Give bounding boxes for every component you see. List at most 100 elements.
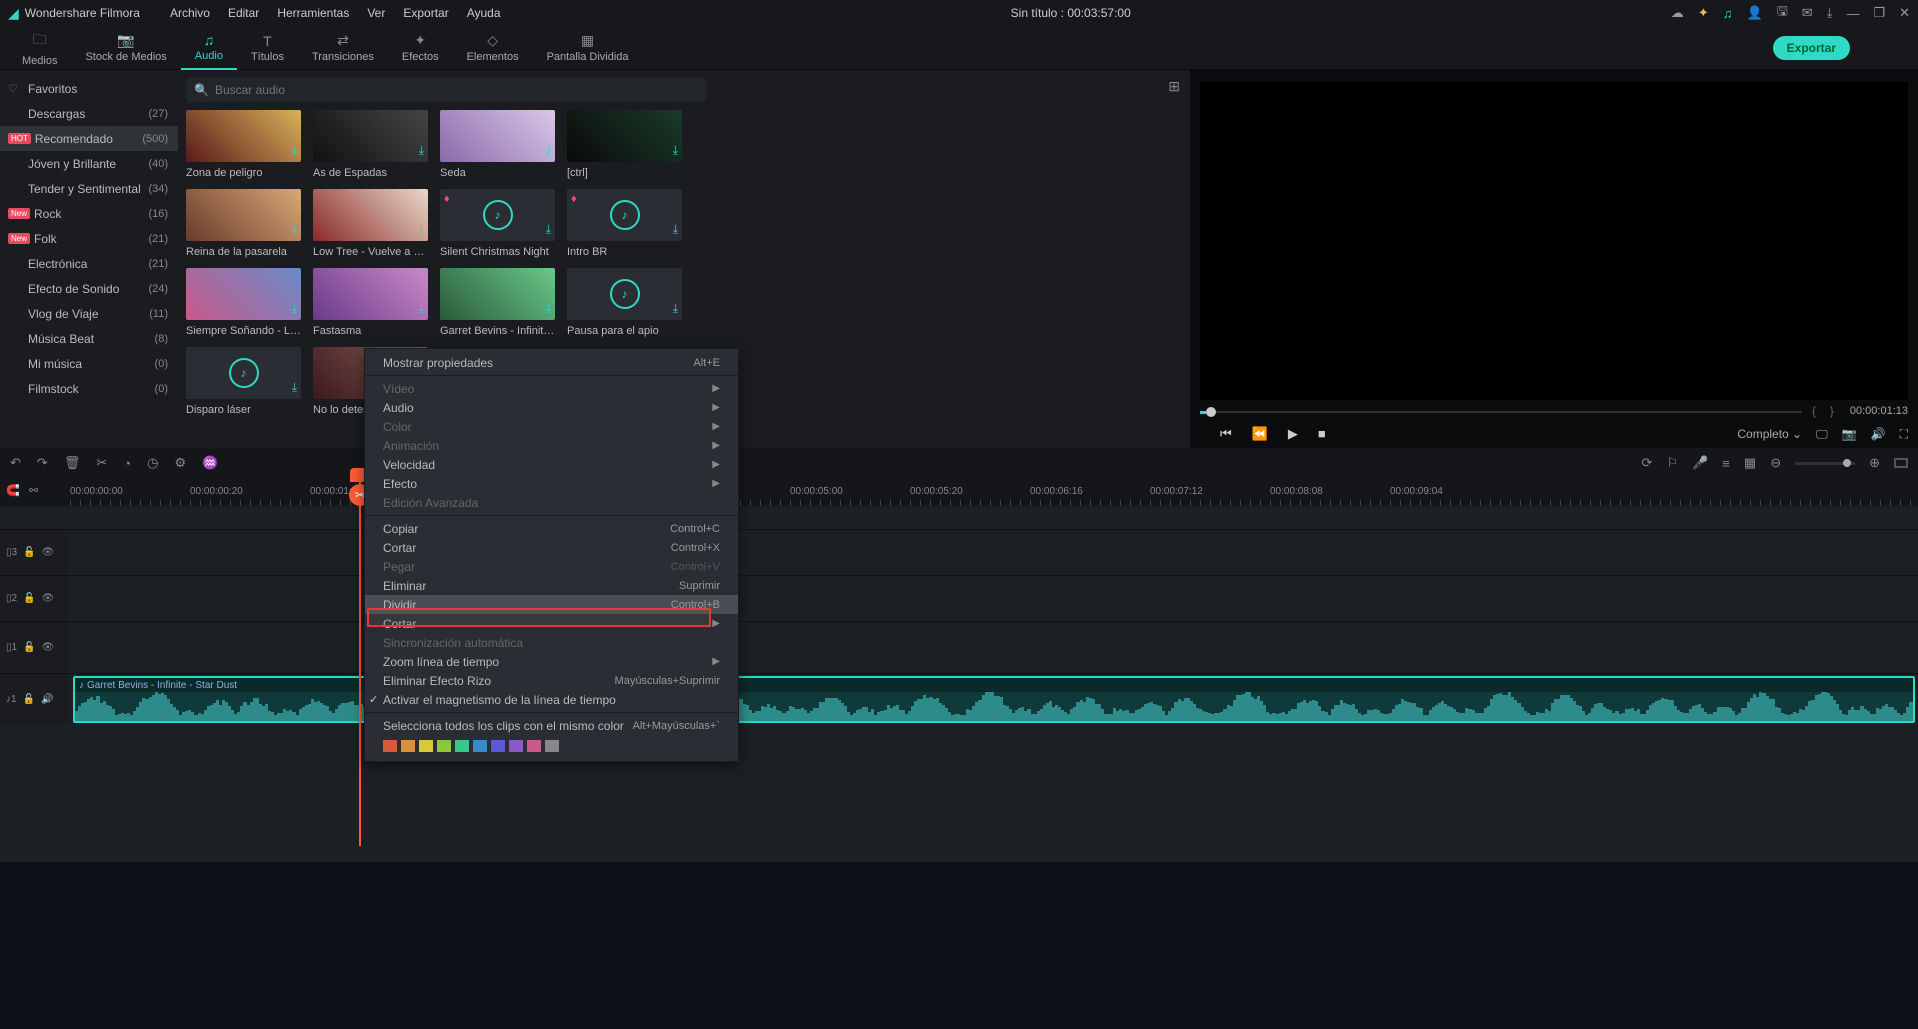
- media-thumbnail[interactable]: ⤓: [186, 268, 301, 320]
- media-thumbnail[interactable]: ♪⤓: [186, 347, 301, 399]
- playhead[interactable]: ✂: [359, 478, 361, 846]
- sidebar-item[interactable]: HOTRecomendado(500): [0, 126, 178, 151]
- context-menu-item[interactable]: DividirControl+B: [365, 595, 738, 614]
- sidebar-item[interactable]: Mi música(0): [0, 351, 178, 376]
- tab-efectos[interactable]: ✦Efectos: [388, 26, 453, 70]
- grid-view-toggle-icon[interactable]: ⊞: [1168, 78, 1180, 95]
- color-swatch[interactable]: [527, 740, 541, 752]
- search-bar[interactable]: 🔍: [186, 78, 706, 102]
- sidebar-item[interactable]: NewRock(16): [0, 201, 178, 226]
- tab-medios[interactable]: 🗀Medios: [8, 26, 71, 70]
- lock-icon[interactable]: 🔓: [23, 694, 35, 705]
- close-icon[interactable]: ✕: [1899, 5, 1910, 21]
- track-icon[interactable]: ▦: [1744, 455, 1756, 471]
- context-menu-item[interactable]: Audio▶: [365, 398, 738, 417]
- eye-icon[interactable]: 👁: [42, 547, 55, 558]
- track-body[interactable]: ♪Garret Bevins - Infinite - Star Dust: [70, 674, 1918, 725]
- track-body[interactable]: [70, 576, 1918, 621]
- context-menu-item[interactable]: Eliminar Efecto RizoMayúsculas+Suprimir: [365, 671, 738, 690]
- media-thumbnail[interactable]: ⤓: [313, 268, 428, 320]
- adjust-icon[interactable]: ⚙: [174, 455, 186, 471]
- color-swatch[interactable]: [509, 740, 523, 752]
- media-card[interactable]: ⤓Low Tree - Vuelve a casa: [313, 189, 428, 258]
- menu-ayuda[interactable]: Ayuda: [467, 6, 501, 20]
- download-icon[interactable]: ⤓: [546, 143, 551, 158]
- menu-exportar[interactable]: Exportar: [403, 6, 448, 20]
- download-icon[interactable]: ⤓: [292, 301, 297, 316]
- fullscreen-icon[interactable]: ⛶: [1900, 427, 1908, 442]
- tab-split-screen[interactable]: ▦Pantalla Dividida: [533, 26, 643, 70]
- sidebar-item[interactable]: Efecto de Sonido(24): [0, 276, 178, 301]
- user-icon[interactable]: 👤: [1747, 5, 1763, 21]
- video-track-1[interactable]: ▯1 🔓 👁: [0, 621, 1918, 673]
- undo-icon[interactable]: ↶: [10, 455, 21, 471]
- color-swatch[interactable]: [419, 740, 433, 752]
- media-card[interactable]: ⤓Reina de la pasarela: [186, 189, 301, 258]
- menu-archivo[interactable]: Archivo: [170, 6, 210, 20]
- voiceover-icon[interactable]: 🎤: [1692, 455, 1708, 471]
- split-icon[interactable]: ✂: [96, 455, 107, 471]
- redo-icon[interactable]: ↷: [37, 455, 48, 471]
- media-thumbnail[interactable]: ♪⤓: [567, 268, 682, 320]
- context-menu-item[interactable]: Selecciona todos los clips con el mismo …: [365, 716, 738, 735]
- zoom-in-icon[interactable]: ⊕: [1869, 455, 1880, 471]
- marker-icon[interactable]: ⚐: [1666, 455, 1678, 471]
- step-back-icon[interactable]: ⏪: [1252, 426, 1268, 442]
- bracket-right-icon[interactable]: }: [1830, 404, 1834, 418]
- preview-quality[interactable]: Completo ⌄: [1737, 427, 1802, 441]
- color-swatch[interactable]: [545, 740, 559, 752]
- download-icon[interactable]: ⤓: [546, 301, 551, 316]
- color-swatch[interactable]: [383, 740, 397, 752]
- delete-icon[interactable]: 🗑: [64, 455, 81, 471]
- play-icon[interactable]: ▶: [1288, 426, 1298, 442]
- color-swatch[interactable]: [401, 740, 415, 752]
- media-thumbnail[interactable]: ♦♪⤓: [440, 189, 555, 241]
- menu-ver[interactable]: Ver: [367, 6, 385, 20]
- media-card[interactable]: ⤓Siempre Soñando - La ...: [186, 268, 301, 337]
- color-swatch[interactable]: [455, 740, 469, 752]
- download-icon[interactable]: ⤓: [419, 301, 424, 316]
- menu-herramientas[interactable]: Herramientas: [277, 6, 349, 20]
- media-card[interactable]: ♪⤓Disparo láser: [186, 347, 301, 416]
- magnet-icon[interactable]: 🧲: [0, 478, 26, 503]
- lock-icon[interactable]: 🔓: [23, 642, 35, 653]
- zoom-handle[interactable]: [1843, 459, 1851, 467]
- speed-icon[interactable]: ◔: [123, 456, 131, 471]
- sidebar-item[interactable]: Descargas(27): [0, 101, 178, 126]
- media-thumbnail[interactable]: ⤓: [567, 110, 682, 162]
- media-thumbnail[interactable]: ⤓: [313, 189, 428, 241]
- headphones-icon[interactable]: ♫: [1723, 6, 1733, 21]
- download-icon[interactable]: ⤓: [419, 222, 424, 237]
- sidebar-item[interactable]: NewFolk(21): [0, 226, 178, 251]
- download-icon[interactable]: ⤓: [673, 301, 678, 316]
- mixer-icon[interactable]: ≡: [1722, 456, 1730, 471]
- tab-transiciones[interactable]: ⇄Transiciones: [298, 26, 388, 70]
- menu-editar[interactable]: Editar: [228, 6, 259, 20]
- preview-viewport[interactable]: [1200, 82, 1908, 400]
- crop-icon[interactable]: ◷: [147, 455, 158, 471]
- search-input[interactable]: [215, 83, 698, 97]
- download-icon[interactable]: ⤓: [292, 222, 297, 237]
- zoom-fit-icon[interactable]: [1894, 458, 1908, 468]
- lightbulb-icon[interactable]: ✦: [1698, 5, 1709, 21]
- media-thumbnail[interactable]: ♦♪⤓: [567, 189, 682, 241]
- cloud-icon[interactable]: ☁: [1671, 5, 1684, 21]
- eye-icon[interactable]: 👁: [42, 642, 55, 653]
- context-menu-item[interactable]: EliminarSuprimir: [365, 576, 738, 595]
- sidebar-item[interactable]: Electrónica(21): [0, 251, 178, 276]
- tab-stock[interactable]: 📷Stock de Medios: [71, 26, 180, 70]
- color-swatch[interactable]: [437, 740, 451, 752]
- audio-clip[interactable]: ♪Garret Bevins - Infinite - Star Dust: [73, 676, 1915, 723]
- video-track-3[interactable]: ▯3 🔓 👁: [0, 529, 1918, 575]
- context-menu-item[interactable]: Cortar▶: [365, 614, 738, 633]
- download-icon[interactable]: ⤓: [419, 143, 424, 158]
- sidebar-item[interactable]: Filmstock(0): [0, 376, 178, 401]
- download-icon[interactable]: ⤓: [292, 143, 297, 158]
- media-card[interactable]: ♦♪⤓Intro BR: [567, 189, 682, 258]
- prev-frame-icon[interactable]: ⏮: [1220, 426, 1232, 442]
- media-card[interactable]: ⤓As de Espadas: [313, 110, 428, 179]
- export-button[interactable]: Exportar: [1773, 36, 1850, 60]
- context-menu-item[interactable]: Velocidad▶: [365, 455, 738, 474]
- lock-icon[interactable]: 🔓: [23, 593, 35, 604]
- eye-icon[interactable]: 👁: [42, 593, 55, 604]
